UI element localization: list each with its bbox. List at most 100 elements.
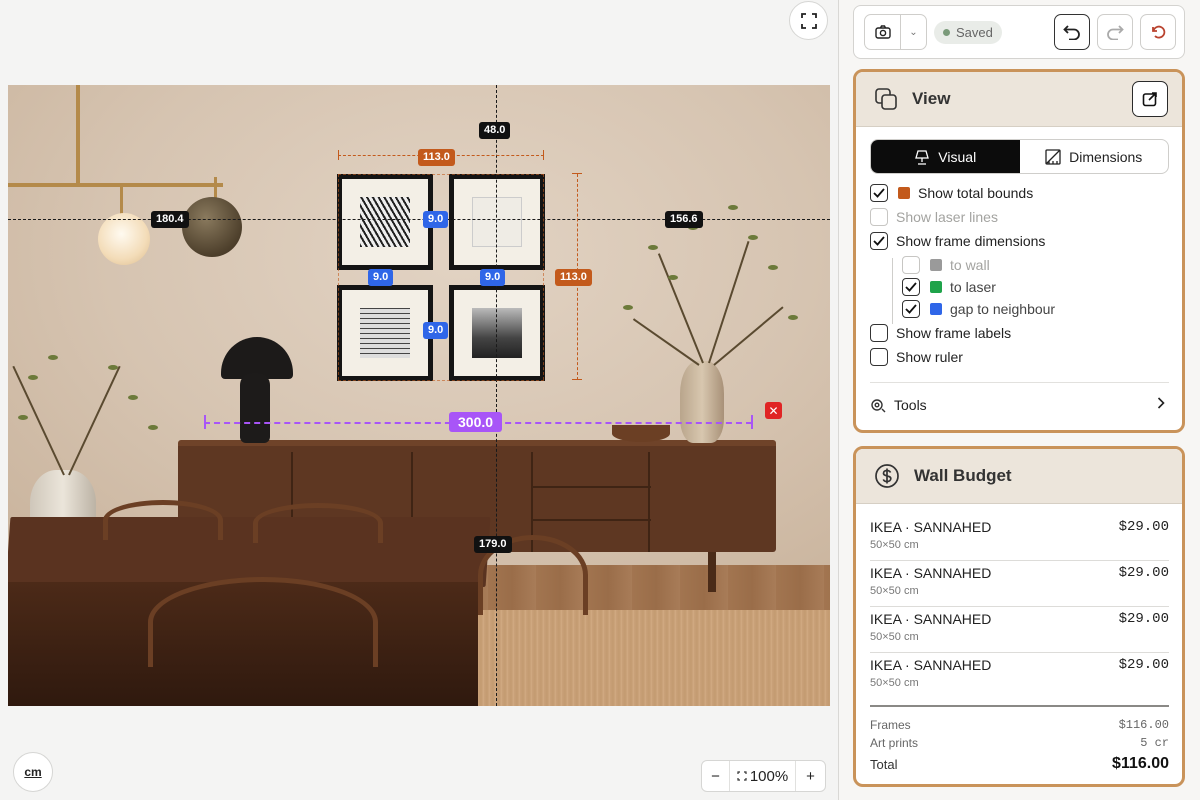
save-status-text: Saved <box>956 25 993 40</box>
view-mode-toggle: Visual Dimensions <box>870 139 1169 174</box>
budget-item[interactable]: IKEA · SANNAHED 50×50 cm $29.00 <box>870 561 1169 607</box>
gap-label-bottom: 9.0 <box>423 322 449 339</box>
checkbox-checked[interactable] <box>870 232 888 250</box>
canvas-area[interactable]: 48.0 113.0 113.0 180.4 156.6 179.0 9.0 9… <box>0 0 840 800</box>
budget-total: Total $116.00 <box>870 755 1169 772</box>
snapshot-group: ⌄ <box>864 14 927 50</box>
fullscreen-button[interactable] <box>789 1 828 40</box>
budget-item[interactable]: IKEA · SANNAHED 50×50 cm $29.00 <box>870 607 1169 653</box>
laser-horizontal-line <box>8 219 830 220</box>
camera-icon <box>874 25 891 39</box>
suboption-rule <box>892 258 893 324</box>
option-frame-labels[interactable]: Show frame labels <box>870 324 1011 342</box>
tools-row[interactable]: Tools <box>870 382 1169 426</box>
item-name: IKEA · SANNAHED <box>870 565 992 581</box>
chevron-right-icon <box>1157 397 1165 409</box>
pendant-globe-light <box>98 213 150 265</box>
share-button[interactable] <box>1132 81 1168 117</box>
gap-label-right: 9.0 <box>480 269 506 286</box>
reset-icon <box>1152 25 1166 39</box>
checkbox-checked[interactable] <box>870 184 888 202</box>
option-label: Show total bounds <box>918 185 1034 201</box>
fit-icon <box>737 771 747 781</box>
option-label: Show laser lines <box>896 209 998 225</box>
unit-toggle-button[interactable]: cm <box>13 752 53 792</box>
zoom-in-button[interactable]: + <box>795 761 825 791</box>
chair-back <box>148 577 378 667</box>
view-card-header: View <box>856 72 1182 127</box>
tab-dimensions-label: Dimensions <box>1069 148 1143 165</box>
bottom-gap-label: 179.0 <box>474 536 512 553</box>
chair-back <box>253 503 383 543</box>
room-photo[interactable]: 48.0 113.0 113.0 180.4 156.6 179.0 9.0 9… <box>8 85 830 706</box>
reset-button[interactable] <box>1140 14 1176 50</box>
zoom-reset-button[interactable]: 100% <box>730 761 795 791</box>
lamp-icon <box>915 149 930 165</box>
bounds-color-swatch <box>898 187 910 199</box>
prints-subtotal: Art prints 5 cr <box>870 736 1169 750</box>
option-total-bounds[interactable]: Show total bounds <box>870 184 1033 202</box>
frame-top-left[interactable] <box>337 174 433 270</box>
frame-bottom-right[interactable] <box>449 285 545 381</box>
snapshot-button[interactable] <box>865 15 901 49</box>
option-laser-lines[interactable]: Show laser lines <box>870 208 998 226</box>
total-value: $116.00 <box>1112 755 1169 772</box>
totals-divider <box>870 705 1169 707</box>
undo-button[interactable] <box>1054 14 1090 50</box>
option-to-wall[interactable]: to wall <box>902 256 990 274</box>
item-name: IKEA · SANNAHED <box>870 611 992 627</box>
side-panel: ⌄ Saved View Visual Dimensions Show tota… <box>838 0 1200 800</box>
tab-visual-label: Visual <box>938 148 977 165</box>
gap-label-left: 9.0 <box>368 269 394 286</box>
checkbox-checked[interactable] <box>902 278 920 296</box>
bounds-height-label: 113.0 <box>555 269 592 286</box>
checkbox-checked[interactable] <box>902 300 920 318</box>
option-frame-dimensions[interactable]: Show frame dimensions <box>870 232 1045 250</box>
save-status-badge: Saved <box>934 21 1002 44</box>
option-label: Show ruler <box>896 349 963 365</box>
option-ruler[interactable]: Show ruler <box>870 348 963 366</box>
prints-value: 5 cr <box>1140 736 1169 750</box>
snapshot-dropdown[interactable]: ⌄ <box>901 15 926 49</box>
option-label: to laser <box>950 279 996 295</box>
dollar-icon <box>875 464 899 488</box>
checkbox-unchecked[interactable] <box>870 324 888 342</box>
remove-laser-button[interactable]: ✕ <box>765 402 782 419</box>
chandelier-arm <box>8 183 223 187</box>
pendant-globe-smoked <box>182 197 242 257</box>
item-price: $29.00 <box>1118 657 1169 673</box>
ruler-icon <box>1045 148 1061 165</box>
view-title: View <box>912 89 951 108</box>
frame-bottom-left[interactable] <box>337 285 433 381</box>
zoom-controls: − 100% + <box>701 760 826 792</box>
redo-button[interactable] <box>1097 14 1133 50</box>
item-size: 50×50 cm <box>870 631 919 643</box>
tab-dimensions[interactable]: Dimensions <box>1020 140 1169 173</box>
checkbox-unchecked[interactable] <box>870 348 888 366</box>
option-gap-to-neighbour[interactable]: gap to neighbour <box>902 300 1055 318</box>
layers-icon <box>875 88 897 110</box>
chandelier-rod <box>76 85 80 187</box>
item-size: 50×50 cm <box>870 677 919 689</box>
tab-visual[interactable]: Visual <box>871 140 1020 173</box>
checkbox-unchecked[interactable] <box>870 208 888 226</box>
check-icon <box>873 236 885 246</box>
bounds-width-label: 113.0 <box>418 149 455 166</box>
toolbar: ⌄ Saved <box>853 5 1185 59</box>
chair-back <box>103 500 223 540</box>
check-icon <box>905 304 917 314</box>
budget-item[interactable]: IKEA · SANNAHED 50×50 cm $29.00 <box>870 653 1169 699</box>
frames-label: Frames <box>870 718 911 732</box>
frames-value: $116.00 <box>1118 718 1169 732</box>
right-gap-label: 156.6 <box>665 211 703 228</box>
checkbox-unchecked[interactable] <box>902 256 920 274</box>
zoom-out-button[interactable]: − <box>702 761 730 791</box>
fullscreen-icon <box>800 12 817 29</box>
budget-item[interactable]: IKEA · SANNAHED 50×50 cm $29.00 <box>870 515 1169 561</box>
chandelier-drop <box>214 177 217 199</box>
frame-top-right[interactable] <box>449 174 545 270</box>
laser-width-label: 300.0 <box>449 412 503 432</box>
item-size: 50×50 cm <box>870 539 919 551</box>
option-to-laser[interactable]: to laser <box>902 278 996 296</box>
laser-vertical-line <box>496 85 497 706</box>
